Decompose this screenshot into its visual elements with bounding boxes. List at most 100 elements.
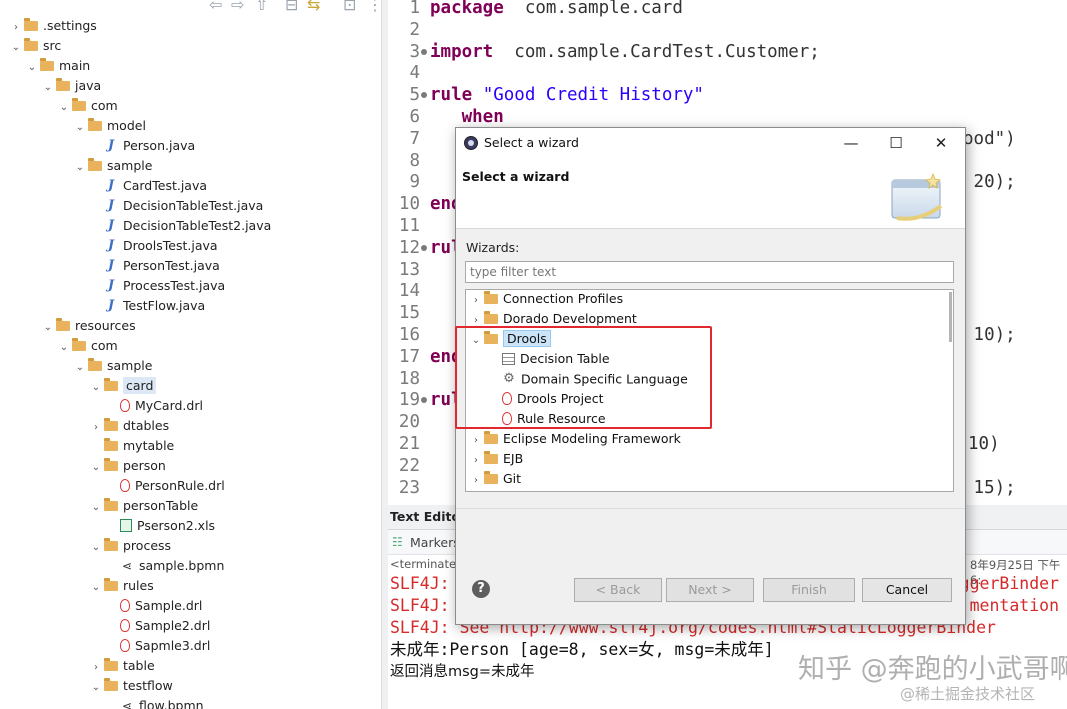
tree-item[interactable]: ⌄ process	[90, 536, 171, 556]
expand-chevron-icon[interactable]: ⌄	[90, 538, 102, 558]
tree-item[interactable]: ⌄ src	[10, 36, 61, 56]
expand-chevron-icon[interactable]: ⌄	[90, 678, 102, 698]
collapse-chevron-icon[interactable]: ›	[470, 431, 482, 451]
expand-chevron-icon[interactable]: ⌄	[42, 318, 54, 338]
help-icon[interactable]: ?	[472, 580, 490, 598]
tree-item[interactable]: J ProcessTest.java	[90, 276, 225, 296]
tree-item[interactable]: ⌄ person	[90, 456, 166, 476]
console-line: SLF4J:	[390, 596, 450, 615]
tree-item[interactable]: ⌄ testflow	[90, 676, 173, 696]
tree-item[interactable]: ⌄ java	[42, 76, 101, 96]
sash[interactable]	[381, 0, 388, 709]
tree-item[interactable]: Pserson2.xls	[106, 516, 215, 536]
tree-item[interactable]: Sample2.drl	[106, 616, 210, 636]
wizard-tree-item[interactable]: › Git	[470, 469, 521, 489]
folder-icon	[104, 657, 118, 671]
tree-item[interactable]: J PersonTest.java	[90, 256, 220, 276]
tree-item[interactable]: J TestFlow.java	[90, 296, 205, 316]
view-menu-icon[interactable]: ⋮	[367, 0, 381, 14]
next-button[interactable]: Next >	[666, 578, 754, 602]
tree-item[interactable]: J DecisionTableTest2.java	[90, 216, 271, 236]
dialog-titlebar[interactable]: Select a wizard — ☐ ✕	[456, 128, 965, 158]
tree-item[interactable]: ⌄ sample	[74, 156, 152, 176]
wizard-filter-input[interactable]	[465, 261, 954, 283]
console-line: 未成年:Person [age=8, sex=女, msg=未成年]	[390, 640, 774, 659]
expand-chevron-icon[interactable]: ⌄	[74, 118, 86, 138]
expand-chevron-icon[interactable]: ⌄	[74, 358, 86, 378]
link-with-editor-icon[interactable]: ⇆	[307, 0, 320, 14]
expand-chevron-icon[interactable]: ⌄	[74, 158, 86, 178]
tree-item[interactable]: ⋖ sample.bpmn	[106, 556, 224, 576]
expand-chevron-icon[interactable]: ⌄	[42, 78, 54, 98]
java-icon: J	[107, 257, 115, 273]
back-button[interactable]: < Back	[574, 578, 662, 602]
minimize-button[interactable]: —	[829, 130, 873, 156]
collapse-chevron-icon[interactable]: ›	[470, 291, 482, 311]
forward-arrow-icon[interactable]: ⇨	[231, 0, 244, 14]
back-arrow-icon[interactable]: ⇦	[209, 0, 222, 14]
fold-icon[interactable]	[421, 92, 427, 99]
code-line[interactable]: import com.sample.CardTest.Customer;	[430, 41, 820, 63]
tree-item[interactable]: ⌄ model	[74, 116, 146, 136]
expand-chevron-icon[interactable]: ⌄	[10, 38, 22, 58]
expand-chevron-icon[interactable]: ⌄	[58, 338, 70, 358]
tree-item[interactable]: Sample.drl	[106, 596, 202, 616]
fold-icon[interactable]	[421, 244, 427, 251]
expand-chevron-icon[interactable]: ⌄	[90, 458, 102, 478]
tree-item[interactable]: ⌄ rules	[90, 576, 154, 596]
fold-icon[interactable]	[421, 397, 427, 404]
code-line[interactable]: rule "Good Credit History"	[430, 84, 704, 106]
tree-item[interactable]: ⌄ card	[90, 376, 157, 398]
finish-button[interactable]: Finish	[763, 578, 855, 602]
tree-item[interactable]: ⌄ com	[58, 336, 118, 356]
wizard-tree-item[interactable]: › Eclipse Modeling Framework	[470, 429, 681, 449]
tree-item[interactable]: Sapmle3.drl	[106, 636, 210, 656]
focus-icon[interactable]: ⊡	[343, 0, 356, 14]
tree-item[interactable]: MyCard.drl	[106, 396, 203, 416]
fold-icon[interactable]	[421, 48, 427, 55]
tree-item[interactable]: › dtables	[90, 416, 169, 436]
collapse-chevron-icon[interactable]: ›	[470, 471, 482, 491]
tree-item[interactable]: ⌄ resources	[42, 316, 136, 336]
code-line[interactable]: package com.sample.card	[430, 0, 683, 19]
tree-item[interactable]: ⋖ flow.bpmn	[106, 696, 204, 709]
tree-item[interactable]: ⌄ sample	[74, 356, 152, 376]
tree-item[interactable]: › table	[90, 656, 155, 676]
collapse-chevron-icon[interactable]: ›	[10, 18, 22, 38]
tree-item-label: com	[91, 98, 118, 113]
tree-item[interactable]: PersonRule.drl	[106, 476, 225, 496]
expand-chevron-icon[interactable]: ⌄	[90, 578, 102, 598]
tree-item-label: TestFlow.java	[123, 298, 206, 313]
folder-icon	[484, 450, 498, 464]
tree-item[interactable]: ⌄ main	[26, 56, 90, 76]
tree-item[interactable]: ⌄ com	[58, 96, 118, 116]
wizard-tree-item-label: Eclipse Modeling Framework	[503, 431, 681, 446]
line-number: 23	[398, 477, 420, 498]
tree-item[interactable]: ⌄ personTable	[90, 496, 198, 516]
expand-chevron-icon[interactable]: ⌄	[90, 498, 102, 518]
close-button[interactable]: ✕	[919, 130, 963, 156]
code-line[interactable]: when	[430, 106, 504, 128]
collapse-chevron-icon[interactable]: ›	[90, 418, 102, 438]
tree-item[interactable]: mytable	[90, 436, 174, 456]
cancel-button[interactable]: Cancel	[862, 578, 952, 602]
line-number: 1	[409, 0, 420, 18]
tree-item[interactable]: J Person.java	[90, 136, 195, 156]
tree-item[interactable]: J DroolsTest.java	[90, 236, 218, 256]
wizard-tree-item[interactable]: › EJB	[470, 449, 523, 469]
expand-chevron-icon[interactable]: ⌄	[90, 378, 102, 398]
collapse-chevron-icon[interactable]: ›	[470, 451, 482, 471]
collapse-all-icon[interactable]: ⊟	[285, 0, 298, 14]
expand-chevron-icon[interactable]: ⌄	[26, 58, 38, 78]
collapse-chevron-icon[interactable]: ›	[90, 658, 102, 678]
maximize-button[interactable]: ☐	[874, 130, 918, 156]
wizard-tree-item[interactable]: › Connection Profiles	[470, 290, 623, 311]
tree-item[interactable]: J DecisionTableTest.java	[90, 196, 263, 216]
tree-item[interactable]: J CardTest.java	[90, 176, 207, 196]
wizard-tree-scrollbar[interactable]	[949, 292, 952, 342]
tree-item[interactable]: › .settings	[10, 16, 97, 36]
line-number: 19	[398, 390, 420, 411]
expand-chevron-icon[interactable]: ⌄	[58, 98, 70, 118]
folder-icon	[88, 357, 102, 371]
up-arrow-icon[interactable]: ⇧	[255, 0, 268, 14]
